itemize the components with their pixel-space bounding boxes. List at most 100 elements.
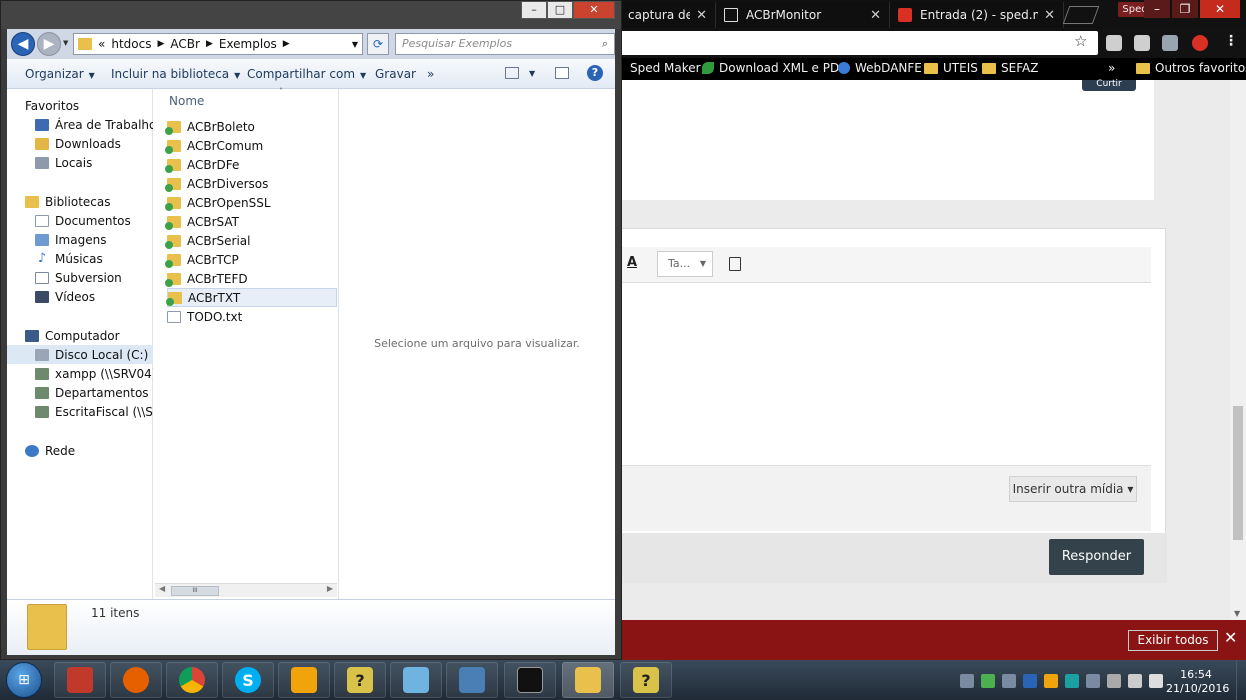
view-options-icon[interactable] (505, 67, 519, 79)
scrollbar-thumb[interactable] (1233, 406, 1243, 540)
tray-app-icon[interactable] (981, 674, 995, 688)
page-scrollbar[interactable]: ▼ (1230, 80, 1246, 620)
network-status-icon[interactable] (1128, 674, 1142, 688)
nav-subversion[interactable]: Subversion (7, 268, 153, 287)
tray-app-icon[interactable] (1086, 674, 1100, 688)
file-item-acbrsat[interactable]: ACBrSAT (165, 212, 337, 231)
tray-app-icon[interactable] (960, 674, 974, 688)
chevron-right-icon[interactable]: ▶ (283, 39, 290, 49)
file-item-acbrtxt[interactable]: ACBrTXT (166, 288, 337, 307)
font-color-icon[interactable]: A (627, 255, 637, 270)
file-item-acbropenssl[interactable]: ACBrOpenSSL (165, 193, 337, 212)
system-clock[interactable]: 16:54 21/10/2016 (1166, 668, 1229, 696)
nav-locais[interactable]: Locais (7, 153, 153, 172)
scroll-right-icon[interactable]: ▶ (327, 584, 333, 593)
nav-musicas[interactable]: ♪ Músicas (7, 249, 153, 268)
chevron-right-icon[interactable]: ▶ (157, 39, 164, 49)
nav-computador[interactable]: Computador (7, 326, 153, 345)
insert-media-button[interactable]: Inserir outra mídia ▾ (1009, 476, 1137, 502)
nav-videos[interactable]: Vídeos (7, 287, 153, 306)
close-icon[interactable]: ✕ (1044, 8, 1055, 23)
chevron-right-icon[interactable]: ▶ (206, 39, 213, 49)
share-with-menu[interactable]: Compartilhar com ▼ (247, 67, 366, 81)
breadcrumb[interactable]: « htdocs ▶ ACBr ▶ Exemplos ▶ ▼ (73, 33, 363, 55)
scrollbar-thumb[interactable]: III (171, 586, 219, 596)
nav-documentos[interactable]: Documentos (7, 211, 153, 230)
breadcrumb-acbr[interactable]: ACBr (170, 37, 200, 51)
nav-downloads[interactable]: Downloads (7, 134, 153, 153)
taskbar-app-firefox[interactable] (110, 662, 162, 698)
address-bar[interactable] (620, 31, 1098, 55)
close-icon[interactable]: ✕ (696, 8, 707, 23)
bookmark-folder-sefaz[interactable]: SEFAZ (982, 61, 1038, 75)
search-input[interactable]: Pesquisar Exemplos ⌕ (395, 33, 615, 55)
reply-textarea[interactable] (621, 283, 1151, 465)
breadcrumb-exemplos[interactable]: Exemplos (219, 37, 277, 51)
volume-icon[interactable] (1149, 674, 1163, 688)
nav-bibliotecas[interactable]: Bibliotecas (7, 192, 153, 211)
tab-gmail[interactable]: Entrada (2) - sped.maker ✕ (890, 2, 1064, 28)
nav-disco-local-c[interactable]: Disco Local (C:) (7, 345, 153, 364)
menu-icon[interactable]: ⋮ (1224, 33, 1238, 49)
close-icon[interactable]: ✕ (870, 8, 881, 23)
maximize-button[interactable]: □ (547, 1, 573, 19)
file-item-acbrserial[interactable]: ACBrSerial (165, 231, 337, 250)
flag-icon[interactable] (1107, 674, 1121, 688)
bookmark-webdanfe[interactable]: WebDANFE (838, 61, 922, 75)
scroll-down-icon[interactable]: ▼ (1234, 609, 1240, 618)
tray-app-icon[interactable] (1023, 674, 1037, 688)
bookmark-folder-outros[interactable]: Outros favoritos (1136, 61, 1246, 75)
taskbar-app-help-2[interactable]: ? (620, 662, 672, 698)
file-item-acbrdfe[interactable]: ACBrDFe (165, 155, 337, 174)
extension-icon[interactable] (1106, 35, 1122, 51)
bookmark-download-xml[interactable]: Download XML e PDF (702, 61, 846, 75)
file-item-acbrcomum[interactable]: ACBrComum (165, 136, 337, 155)
like-button[interactable]: Curtir (1082, 80, 1136, 91)
font-size-select[interactable]: Ta... ▼ (657, 251, 713, 277)
window-close-button[interactable]: ✕ (1200, 0, 1240, 18)
file-item-acbrtcp[interactable]: ACBrTCP (165, 250, 337, 269)
file-item-todo-txt[interactable]: TODO.txt (167, 307, 337, 326)
file-item-acbrboleto[interactable]: ACBrBoleto (165, 117, 337, 136)
bookmarks-overflow-button[interactable]: » (1108, 61, 1115, 75)
extension-badge-icon[interactable] (1192, 35, 1208, 51)
taskbar-app-chrome[interactable] (166, 662, 218, 698)
scroll-left-icon[interactable]: ◀ (159, 584, 165, 593)
tray-app-icon[interactable] (1044, 674, 1058, 688)
minimize-button[interactable]: – (521, 1, 547, 19)
taskbar-app-notepad[interactable] (390, 662, 442, 698)
close-icon[interactable]: ✕ (1224, 628, 1237, 647)
file-item-acbrdiversos[interactable]: ACBrDiversos (165, 174, 337, 193)
help-icon[interactable]: ? (587, 65, 603, 81)
show-all-downloads-button[interactable]: Exibir todos (1128, 630, 1218, 651)
horizontal-scrollbar[interactable]: ◀ III ▶ (155, 583, 337, 597)
bookmark-folder-uteis[interactable]: UTEIS (924, 61, 978, 75)
organize-menu[interactable]: Organizar ▼ (25, 67, 95, 81)
back-button[interactable]: ◀ (11, 32, 35, 56)
minimize-button[interactable]: – (1144, 0, 1170, 18)
find-replace-icon[interactable] (729, 257, 741, 271)
file-item-acbrtefd[interactable]: ACBrTEFD (165, 269, 337, 288)
taskbar-app-outlook[interactable] (278, 662, 330, 698)
reply-button[interactable]: Responder (1049, 539, 1144, 575)
shield-icon[interactable] (1162, 35, 1178, 51)
tab-captura[interactable]: captura de ✕ (620, 2, 716, 28)
chevron-down-icon[interactable]: ▼ (63, 39, 68, 47)
more-commands-button[interactable]: » (427, 67, 434, 81)
taskbar-app-skype[interactable]: S (222, 662, 274, 698)
tray-app-icon[interactable] (1002, 674, 1016, 688)
show-desktop-button[interactable] (1236, 660, 1246, 700)
start-button[interactable]: ⊞ (6, 662, 42, 698)
extension-icon[interactable] (1134, 35, 1150, 51)
nav-departamentos-drive[interactable]: Departamentos (U:) (7, 383, 153, 402)
bookmark-sped-maker[interactable]: Sped Maker (630, 61, 701, 75)
tab-acbrmonitor[interactable]: ACBrMonitor ✕ (716, 2, 890, 28)
burn-button[interactable]: Gravar (375, 67, 416, 81)
taskbar-app-help[interactable]: ? (334, 662, 386, 698)
nav-escritafiscal-drive[interactable]: EscritaFiscal (\\Srv05 (7, 402, 153, 421)
nav-area-de-trabalho[interactable]: Área de Trabalho (7, 115, 153, 134)
taskbar-app-explorer[interactable] (562, 662, 614, 698)
nav-xampp-drive[interactable]: xampp (\\SRV04) (S: (7, 364, 153, 383)
explorer-titlebar[interactable]: – □ ✕ (1, 1, 621, 29)
taskbar-app-control-panel[interactable] (446, 662, 498, 698)
